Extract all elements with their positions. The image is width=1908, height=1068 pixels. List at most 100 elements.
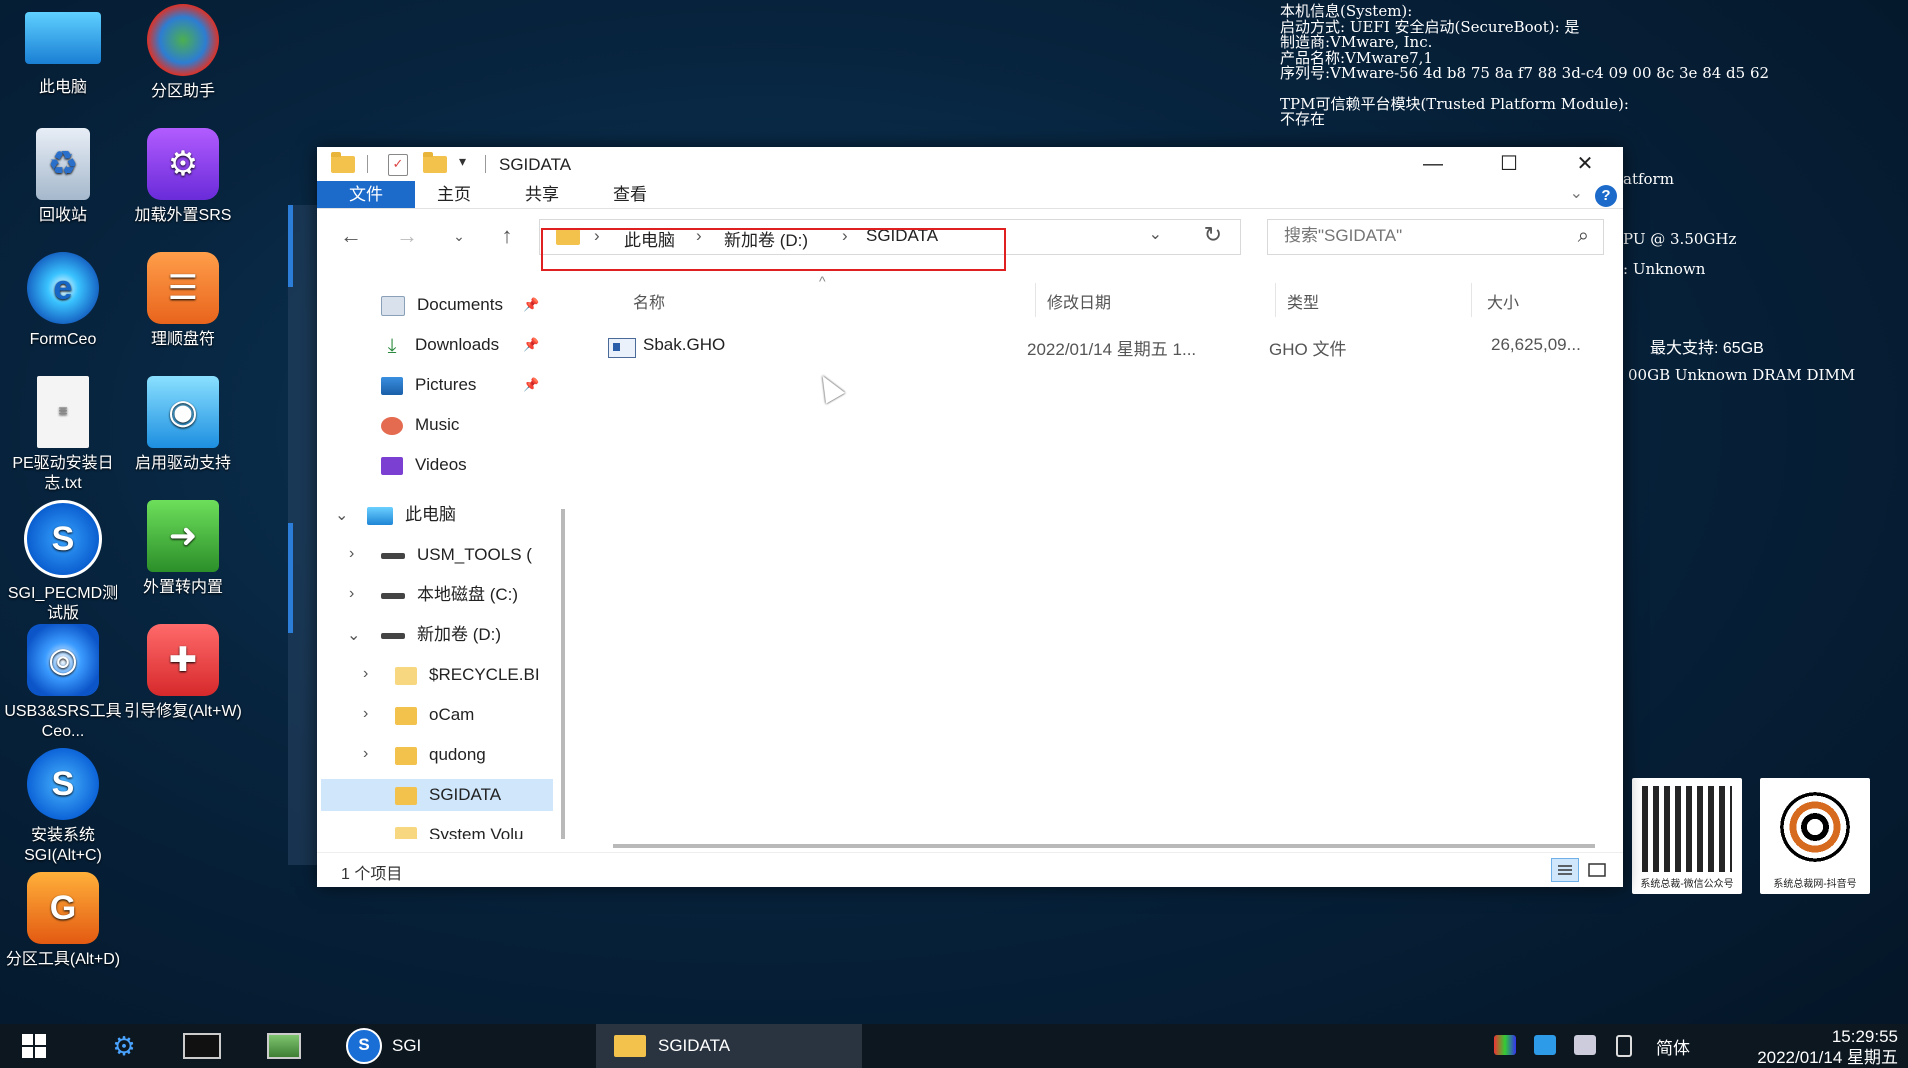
nav-item-sgidata[interactable]: SGIDATA bbox=[321, 779, 553, 811]
file-type: GHO 文件 bbox=[1269, 340, 1347, 359]
desktop-icon-driver-support[interactable]: ◉ 启用驱动支持 bbox=[120, 372, 246, 474]
nav-item-label: qudong bbox=[429, 745, 486, 764]
clock-date: 2022/01/14 星期五 bbox=[1757, 1048, 1898, 1067]
search-input[interactable] bbox=[1282, 225, 1556, 247]
desktop-icon-install-system[interactable]: S 安装系统SGI(Alt+C) bbox=[0, 744, 126, 866]
nav-item-drive-c[interactable]: 本地磁盘 (C:) bbox=[381, 579, 518, 611]
collapse-chevron-icon[interactable]: ⌄ bbox=[335, 505, 348, 525]
nav-item-system-volume[interactable]: System Volu bbox=[395, 819, 524, 839]
taskbar-cmd-app[interactable] bbox=[182, 1024, 222, 1068]
tray-vmware-icon[interactable] bbox=[1574, 1035, 1596, 1055]
nav-item-usm-tools[interactable]: USM_TOOLS ( bbox=[381, 539, 532, 571]
nav-item-pictures[interactable]: Pictures bbox=[381, 369, 476, 401]
taskbar-sgi-app[interactable]: S SGI bbox=[342, 1024, 435, 1068]
column-divider[interactable] bbox=[1471, 283, 1472, 317]
tab-view[interactable]: 查看 bbox=[587, 181, 673, 208]
sysinfo-platform: atform bbox=[1623, 170, 1674, 188]
desktop-icon-label: 分区助手 bbox=[150, 83, 215, 100]
nav-item-ocam[interactable]: oCam bbox=[395, 699, 474, 731]
tab-file[interactable]: 文件 bbox=[317, 181, 415, 208]
details-view-button[interactable] bbox=[1551, 858, 1579, 882]
desktop-icon-external-internal[interactable]: ➜ 外置转内置 bbox=[120, 496, 246, 598]
system-clock[interactable]: 15:29:55 2022/01/14 星期五 bbox=[1757, 1026, 1898, 1068]
taskbar-explorer-window[interactable]: SGIDATA bbox=[596, 1024, 862, 1068]
refresh-icon[interactable]: ↻ bbox=[1204, 222, 1222, 248]
column-header-size[interactable]: 大小 bbox=[1487, 289, 1519, 313]
collapse-chevron-icon[interactable]: ⌄ bbox=[347, 625, 360, 645]
desktop-icon-recycle-bin[interactable]: ♻ 回收站 bbox=[0, 124, 126, 226]
taskbar-device-manager-app[interactable] bbox=[264, 1024, 304, 1068]
tray-network-icon[interactable] bbox=[1534, 1035, 1556, 1055]
minimize-button[interactable]: — bbox=[1395, 147, 1471, 181]
navigation-pane[interactable]: Documents 📌 ⤓ Downloads 📌 Pictures 📌 Musi… bbox=[317, 279, 579, 839]
file-list-scrollbar[interactable] bbox=[613, 844, 1595, 848]
sysinfo-line: TPM可信赖平台模块(Trusted Platform Module): bbox=[1280, 94, 1629, 113]
nav-item-this-pc[interactable]: 此电脑 bbox=[367, 499, 456, 531]
expand-chevron-icon[interactable]: › bbox=[349, 585, 354, 603]
up-button[interactable]: ↑ bbox=[493, 223, 521, 249]
title-bar[interactable]: ✓ ▾ SGIDATA — ☐ ✕ bbox=[317, 147, 1623, 181]
input-method-indicator[interactable]: 简体 bbox=[1656, 1024, 1690, 1068]
tray-display-icon[interactable] bbox=[1494, 1035, 1516, 1055]
large-icons-view-icon bbox=[1588, 863, 1606, 877]
file-explorer-window[interactable]: ✓ ▾ SGIDATA — ☐ ✕ 文件 主页 共享 查看 ⌄ ? ← → ⌄ … bbox=[317, 147, 1623, 887]
search-box[interactable]: ⌕ bbox=[1267, 219, 1604, 255]
maximize-button[interactable]: ☐ bbox=[1471, 147, 1547, 181]
nav-item-videos[interactable]: Videos bbox=[381, 449, 467, 481]
nav-item-label: 本地磁盘 (C:) bbox=[417, 585, 519, 604]
desktop-icon-drive-letters[interactable]: ☰ 理顺盘符 bbox=[120, 248, 246, 350]
nav-item-drive-d[interactable]: 新加卷 (D:) bbox=[381, 619, 501, 651]
new-folder-icon[interactable] bbox=[423, 152, 447, 173]
expand-chevron-icon[interactable]: › bbox=[349, 545, 354, 563]
taskbar-settings-app[interactable]: ⚙ bbox=[104, 1024, 144, 1068]
nav-item-downloads[interactable]: ⤓ Downloads bbox=[381, 329, 500, 361]
expand-ribbon-icon[interactable]: ⌄ bbox=[1570, 183, 1583, 203]
formceo-icon: e bbox=[27, 252, 99, 324]
forward-button[interactable]: → bbox=[393, 223, 421, 249]
column-header-type[interactable]: 类型 bbox=[1287, 289, 1319, 313]
recent-locations-button[interactable]: ⌄ bbox=[445, 223, 473, 249]
nav-item-documents[interactable]: Documents bbox=[381, 289, 503, 321]
desktop-icon-partition-assistant[interactable]: 分区助手 bbox=[120, 0, 246, 102]
back-button[interactable]: ← bbox=[337, 223, 365, 249]
nav-item-recycle-bin-folder[interactable]: $RECYCLE.BI bbox=[395, 659, 540, 691]
customize-quick-access-icon[interactable]: ▾ bbox=[459, 153, 466, 170]
address-dropdown-icon[interactable]: ⌄ bbox=[1149, 224, 1162, 244]
pin-icon[interactable]: 📌 bbox=[523, 297, 539, 313]
nav-item-label: Music bbox=[415, 415, 460, 434]
search-icon[interactable]: ⌕ bbox=[1578, 225, 1589, 248]
expand-chevron-icon[interactable]: › bbox=[363, 665, 368, 683]
desktop-icon-label: FormCeo bbox=[29, 331, 97, 348]
desktop-icon-boot-repair[interactable]: ✚ 引导修复(Alt+W) bbox=[120, 620, 246, 722]
help-icon[interactable]: ? bbox=[1595, 185, 1617, 207]
tab-share[interactable]: 共享 bbox=[499, 181, 585, 208]
desktop-icon-partition-tool[interactable]: G 分区工具(Alt+D) bbox=[0, 868, 126, 970]
desktop-icon-pe-log[interactable]: ≡ PE驱动安装日志.txt bbox=[0, 372, 126, 494]
file-list[interactable]: ^ 名称 修改日期 类型 大小 Sbak.GHO 2022/01/14 星期五 … bbox=[581, 273, 1623, 839]
desktop-icon-label: 加载外置SRS bbox=[134, 207, 232, 224]
expand-chevron-icon[interactable]: › bbox=[363, 745, 368, 763]
close-button[interactable]: ✕ bbox=[1547, 147, 1623, 181]
properties-icon[interactable]: ✓ bbox=[388, 154, 408, 176]
desktop-icon-this-pc[interactable]: 此电脑 bbox=[0, 0, 126, 98]
nav-item-qudong[interactable]: qudong bbox=[395, 739, 486, 771]
pin-icon[interactable]: 📌 bbox=[523, 337, 539, 353]
desktop-icon-srs[interactable]: ⚙ 加载外置SRS bbox=[120, 124, 246, 226]
column-divider[interactable] bbox=[1275, 283, 1276, 317]
column-header-modified[interactable]: 修改日期 bbox=[1047, 289, 1111, 313]
tray-usb-icon[interactable] bbox=[1616, 1035, 1632, 1057]
nav-pane-scrollbar[interactable] bbox=[561, 509, 565, 839]
desktop-icon-formceo[interactable]: e FormCeo bbox=[0, 248, 126, 350]
file-row[interactable]: Sbak.GHO 2022/01/14 星期五 1... GHO 文件 26,6… bbox=[601, 331, 1613, 361]
start-button[interactable] bbox=[14, 1024, 54, 1068]
desktop-icon-usb-srs[interactable]: ◎ USB3&SRS工具Ceo... bbox=[0, 620, 126, 742]
desktop-icon-sgi-pecmd[interactable]: S SGI_PECMD测试版 bbox=[0, 496, 126, 624]
column-divider[interactable] bbox=[1035, 283, 1036, 317]
nav-item-music[interactable]: Music bbox=[381, 409, 459, 441]
large-icons-view-button[interactable] bbox=[1583, 858, 1611, 882]
tab-home[interactable]: 主页 bbox=[411, 181, 497, 208]
sgi-icon: S bbox=[24, 500, 102, 578]
expand-chevron-icon[interactable]: › bbox=[363, 705, 368, 723]
pin-icon[interactable]: 📌 bbox=[523, 377, 539, 393]
column-header-name[interactable]: 名称 bbox=[633, 289, 665, 313]
